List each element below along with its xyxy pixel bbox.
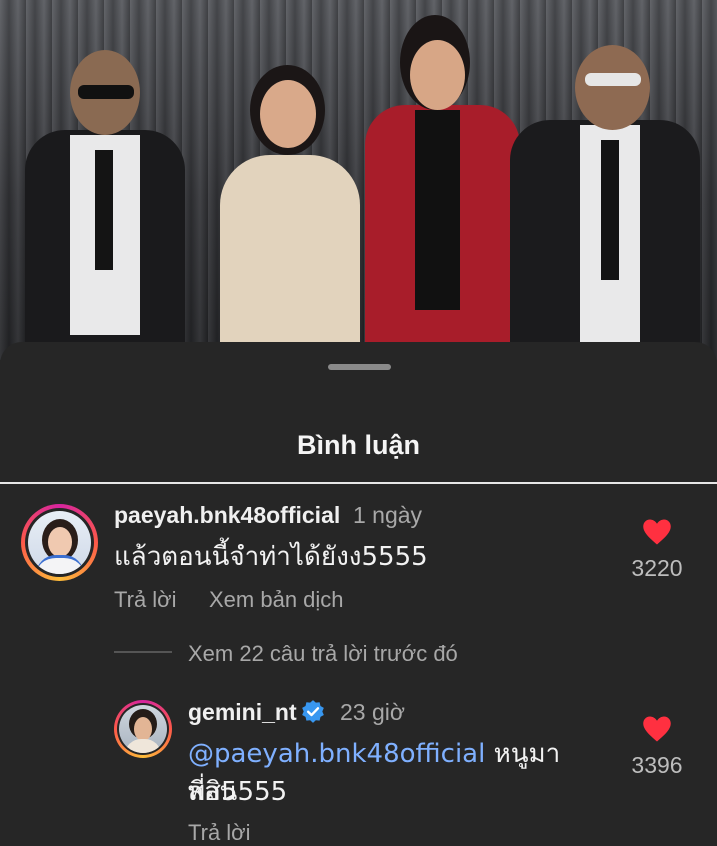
sheet-title: Bình luận	[297, 430, 420, 460]
profile-photo-icon	[119, 705, 167, 753]
comment-username[interactable]: paeyah.bnk48official	[114, 502, 340, 529]
reply-text-line2: พี่สิ5555	[188, 777, 288, 807]
like-count: 3220	[631, 555, 683, 581]
person-figure	[360, 10, 525, 360]
reply-timestamp: 23 giờ	[340, 699, 405, 725]
like-count: 3396	[631, 752, 683, 778]
profile-photo-icon	[28, 511, 91, 574]
like-heart-icon[interactable]	[642, 715, 672, 743]
person-figure	[10, 40, 190, 360]
reply-button[interactable]: Trả lời	[188, 820, 251, 846]
verified-badge-icon	[302, 700, 324, 723]
like-heart-icon[interactable]	[642, 518, 672, 546]
replies-divider	[114, 651, 172, 653]
comment-text: แล้วตอนนี้จำท่าได้ยังง5555	[114, 542, 428, 572]
comments-sheet: Bình luận paeyah.bnk48official 1 ngày แล…	[0, 342, 717, 845]
avatar[interactable]	[114, 700, 172, 758]
drag-handle[interactable]	[328, 364, 391, 370]
divider	[0, 482, 717, 484]
avatar[interactable]	[21, 504, 98, 581]
person-figure	[215, 60, 365, 360]
video-background	[0, 0, 717, 360]
translate-button[interactable]: Xem bản dịch	[209, 587, 344, 613]
reply-username[interactable]: gemini_nt	[188, 699, 297, 726]
mention-link[interactable]: @paeyah.bnk48official	[188, 739, 485, 769]
person-figure	[505, 45, 705, 360]
view-previous-replies-button[interactable]: Xem 22 câu trả lời trước đó	[188, 641, 458, 667]
comment-timestamp: 1 ngày	[353, 502, 423, 528]
reply-button[interactable]: Trả lời	[114, 587, 177, 613]
